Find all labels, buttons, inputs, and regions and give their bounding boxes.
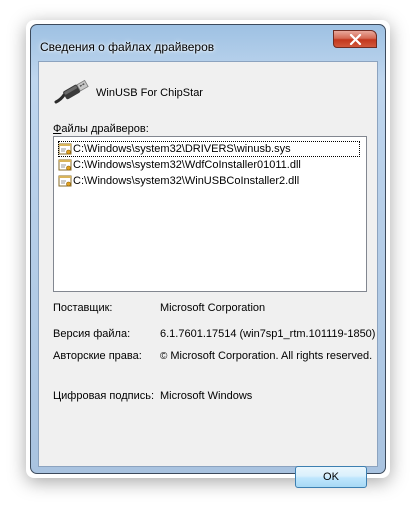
file-path: C:\Windows\system32\WdfCoInstaller01011.… — [73, 159, 301, 171]
provider-label: Поставщик: — [53, 302, 113, 314]
certified-file-icon — [58, 143, 72, 155]
ok-button[interactable]: OK — [295, 466, 367, 488]
list-item[interactable]: C:\Windows\system32\WinUSBCoInstaller2.d… — [58, 173, 299, 189]
certified-file-icon — [58, 159, 72, 171]
list-item[interactable]: C:\Windows\system32\DRIVERS\winusb.sys — [58, 141, 360, 157]
copyright-symbol: © — [160, 351, 168, 362]
file-path: C:\Windows\system32\WinUSBCoInstaller2.d… — [73, 175, 300, 187]
driver-file-details-dialog: Сведения о файлах драйверов WinUSB For C… — [30, 24, 386, 488]
device-name: WinUSB For ChipStar — [96, 87, 203, 99]
digital-signer-label: Цифровая подпись: — [53, 390, 155, 402]
list-item[interactable]: C:\Windows\system32\WdfCoInstaller01011.… — [58, 157, 301, 173]
copyright-text: Microsoft Corporation. All rights reserv… — [170, 350, 373, 362]
file-version-label: Версия файла: — [53, 328, 131, 340]
copyright-value: © Microsoft Corporation. All rights reser… — [160, 350, 372, 362]
certified-file-icon — [58, 175, 72, 187]
usb-cable-icon — [54, 79, 89, 104]
digital-signer-value: Microsoft Windows — [160, 390, 253, 402]
provider-value: Microsoft Corporation — [160, 302, 266, 314]
close-button[interactable] — [333, 30, 377, 48]
file-path: C:\Windows\system32\DRIVERS\winusb.sys — [73, 143, 291, 155]
driver-files-label-text: айлы драйверов: — [61, 123, 149, 135]
window-title: Сведения о файлах драйверов — [40, 40, 215, 54]
driver-files-label: Файлы драйверов: — [53, 123, 149, 135]
dialog-client-area: WinUSB For ChipStar Файлы драйверов: C:\… — [38, 61, 378, 488]
close-icon — [349, 34, 362, 45]
file-version-value: 6.1.7601.17514 (win7sp1_rtm.101119-1850) — [160, 328, 376, 340]
driver-files-list[interactable]: C:\Windows\system32\DRIVERS\winusb.sys C… — [53, 136, 367, 292]
copyright-label: Авторские права: — [53, 350, 142, 362]
